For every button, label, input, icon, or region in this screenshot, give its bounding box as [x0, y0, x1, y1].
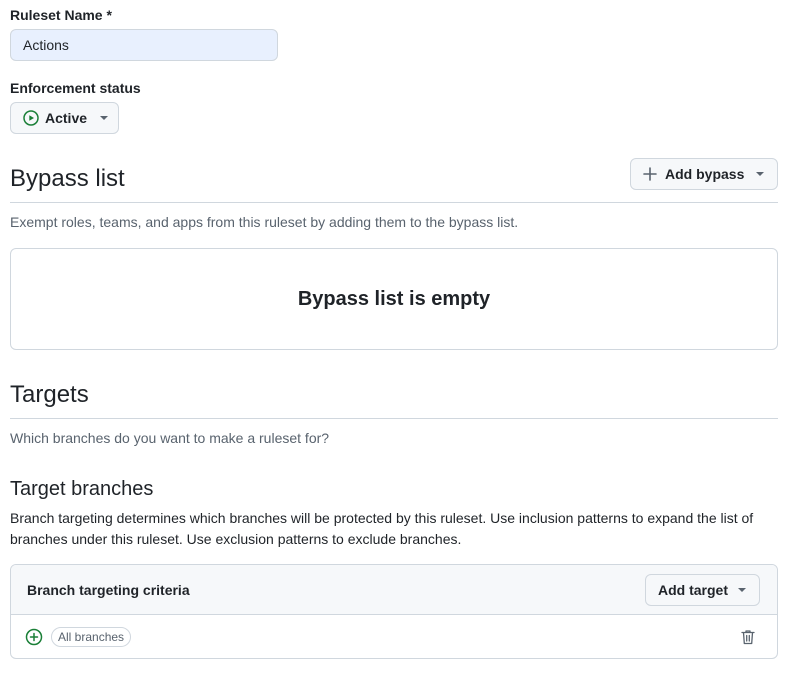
target-branches-title: Target branches [10, 478, 154, 500]
target-branches-description: Branch targeting determines which branch… [10, 510, 754, 547]
triangle-down-icon [99, 115, 109, 121]
targets-description: Which branches do you want to make a rul… [10, 430, 330, 446]
enforcement-status-label: Enforcement status [10, 80, 141, 96]
criteria-header: Branch targeting criteria Add target [11, 565, 777, 615]
criteria-item: All branches [11, 615, 777, 658]
add-bypass-label: Add bypass [665, 166, 745, 182]
bypass-empty-text: Bypass list is empty [297, 287, 491, 310]
add-target-button[interactable]: Add target [645, 573, 760, 606]
triangle-down-icon [737, 587, 747, 593]
targets-title: Targets [10, 381, 89, 408]
plus-circle-icon [25, 628, 43, 646]
section-divider [10, 202, 778, 203]
all-branches-badge: All branches [51, 627, 132, 647]
plus-icon [643, 167, 657, 181]
add-target-label: Add target [658, 581, 728, 598]
bypass-list-title: Bypass list [10, 165, 125, 192]
criteria-title: Branch targeting criteria [27, 581, 190, 598]
branch-targeting-criteria-panel: Branch targeting criteria Add target All… [10, 564, 778, 659]
enforcement-status-value: Active [45, 110, 88, 126]
add-bypass-button[interactable]: Add bypass [630, 158, 778, 190]
trash-icon[interactable] [741, 629, 755, 645]
enforcement-status-button[interactable]: Active [10, 102, 119, 134]
play-circle-icon [23, 110, 39, 126]
ruleset-name-label: Ruleset Name * [10, 7, 112, 23]
section-divider [10, 418, 778, 419]
triangle-down-icon [755, 171, 765, 177]
bypass-description: Exempt roles, teams, and apps from this … [10, 214, 519, 230]
ruleset-name-input[interactable] [10, 29, 278, 61]
bypass-list-empty-state: Bypass list is empty [10, 248, 778, 350]
